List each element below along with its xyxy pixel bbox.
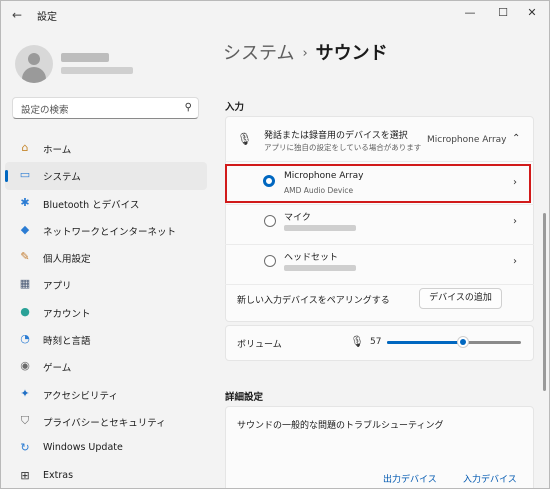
sidebar-item-label: 時刻と言語: [43, 336, 91, 348]
sidebar-item[interactable]: ▭ システム: [5, 162, 207, 190]
app-title: 設定: [37, 12, 57, 23]
volume-slider-fill: [387, 341, 464, 344]
breadcrumb-parent[interactable]: システム: [223, 43, 294, 64]
sidebar-item-label: ホーム: [43, 145, 72, 156]
collapse-chevron-icon[interactable]: ⌃: [512, 133, 520, 144]
sidebar-item-label: アカウント: [43, 308, 91, 320]
sidebar-item[interactable]: ● アカウント: [5, 299, 207, 326]
active-indicator: [5, 170, 8, 183]
chevron-right-icon[interactable]: ›: [513, 216, 517, 227]
sidebar-item-label: プライバシーとセキュリティ: [43, 417, 166, 429]
device-subtitle-redacted: [284, 265, 356, 271]
page-title: サウンド: [315, 43, 388, 64]
bluetooth-icon: ✱: [20, 195, 30, 209]
highlight-frame: [225, 164, 531, 203]
sidebar-nav: ⌂ ホーム ▭ システム ✱ Bluetooth とデバイス ◆ ネットワークとインターネット…: [1, 135, 211, 488]
sidebar-item-label: 個人用設定: [43, 254, 91, 266]
network-icon: ◆: [20, 222, 30, 236]
sidebar-item[interactable]: ↻ Windows Update: [5, 435, 207, 462]
sidebar-item[interactable]: ✎ 個人用設定: [5, 244, 207, 271]
sidebar-item-label: Windows Update: [43, 442, 123, 454]
divider: [225, 161, 534, 162]
troubleshoot-text[interactable]: サウンドの一般的な問題のトラブルシューティング: [237, 418, 443, 431]
sidebar-item[interactable]: ✱ Bluetooth とデバイス: [5, 190, 207, 217]
radio-mic[interactable]: [264, 215, 276, 227]
add-device-button[interactable]: デバイスの追加: [419, 288, 502, 309]
breadcrumb-separator: ›: [302, 46, 308, 61]
radio-headset[interactable]: [264, 255, 276, 267]
input-selector-subtitle: アプリに独自の設定をしている場合があります: [264, 143, 422, 152]
sidebar-item[interactable]: ⛉ プライバシーとセキュリティ: [5, 408, 207, 435]
accessibility-icon: ✦: [20, 386, 30, 400]
sidebar-item-label: Extras: [43, 469, 74, 481]
sidebar-item-label: ゲーム: [43, 363, 72, 375]
sidebar-item-label: アプリ: [43, 281, 72, 293]
time-language-icon: ◔: [20, 332, 30, 346]
search-input[interactable]: 設定の検索: [21, 102, 69, 116]
device-name: マイク: [284, 213, 311, 223]
windows-update-icon: ↻: [20, 441, 30, 455]
input-device-link[interactable]: 入力デバイス: [463, 472, 517, 485]
volume-label: ボリューム: [237, 340, 282, 350]
advanced-section-title: 詳細設定: [225, 392, 264, 403]
apps-icon: ▦: [19, 277, 31, 291]
device-subtitle-redacted: [284, 225, 356, 231]
settings-window: ← 設定 — ☐ ✕ 設定の検索 ⚲ ⌂ ホーム ▭ システム ✱ Bluetooth と…: [0, 0, 550, 489]
volume-value: 57: [370, 337, 382, 347]
close-button[interactable]: ✕: [521, 5, 543, 21]
input-section-title: 入力: [225, 102, 245, 113]
search-box[interactable]: 設定の検索 ⚲: [12, 97, 199, 119]
microphone-icon: 🎙︎: [350, 335, 364, 348]
volume-slider[interactable]: [387, 336, 521, 348]
sidebar-item[interactable]: ◔ 時刻と言語: [5, 326, 207, 353]
sidebar-item[interactable]: ⌂ ホーム: [5, 135, 207, 162]
input-selector-title: 発話または録音用のデバイスを選択: [264, 131, 408, 141]
minimize-button[interactable]: —: [459, 5, 481, 21]
sidebar-item-label: Bluetooth とデバイス: [43, 199, 140, 211]
gaming-icon: ◉: [20, 359, 30, 373]
avatar[interactable]: [15, 45, 53, 83]
title-bar: ← 設定 — ☐ ✕: [1, 1, 549, 29]
back-arrow-icon[interactable]: ←: [9, 7, 25, 23]
selected-input-device: Microphone Array: [427, 135, 507, 145]
user-email-redacted: [61, 67, 133, 74]
divider: [225, 284, 534, 285]
sidebar-item[interactable]: ◆ ネットワークとインターネット: [5, 217, 207, 244]
scrollbar[interactable]: [543, 213, 546, 391]
device-name: ヘッドセット: [284, 253, 339, 263]
sidebar-item-label: システム: [43, 172, 81, 184]
user-name-redacted: [61, 53, 109, 62]
output-device-link[interactable]: 出力デバイス: [383, 472, 437, 485]
sidebar-item-label: アクセシビリティ: [43, 390, 118, 402]
chevron-right-icon[interactable]: ›: [513, 256, 517, 267]
sidebar-item[interactable]: ✦ アクセシビリティ: [5, 381, 207, 408]
sidebar-item[interactable]: ⊞ Extras: [5, 463, 207, 488]
system-icon: ▭: [19, 168, 31, 182]
maximize-button[interactable]: ☐: [492, 5, 514, 21]
sidebar-item[interactable]: ▦ アプリ: [5, 271, 207, 298]
microphone-icon: 🎙︎: [237, 132, 253, 146]
brush-icon: ✎: [20, 250, 30, 264]
shield-icon: ⛉: [20, 413, 30, 427]
pair-device-text: 新しい入力デバイスをペアリングする: [237, 296, 390, 306]
breadcrumb: システム › サウンド: [223, 39, 388, 65]
home-icon: ⌂: [21, 141, 29, 154]
search-icon[interactable]: ⚲: [185, 102, 192, 113]
sidebar-item[interactable]: ◉ ゲーム: [5, 353, 207, 380]
account-icon: ●: [20, 304, 30, 318]
extras-icon: ⊞: [20, 468, 30, 482]
sidebar-item-label: ネットワークとインターネット: [43, 226, 177, 238]
